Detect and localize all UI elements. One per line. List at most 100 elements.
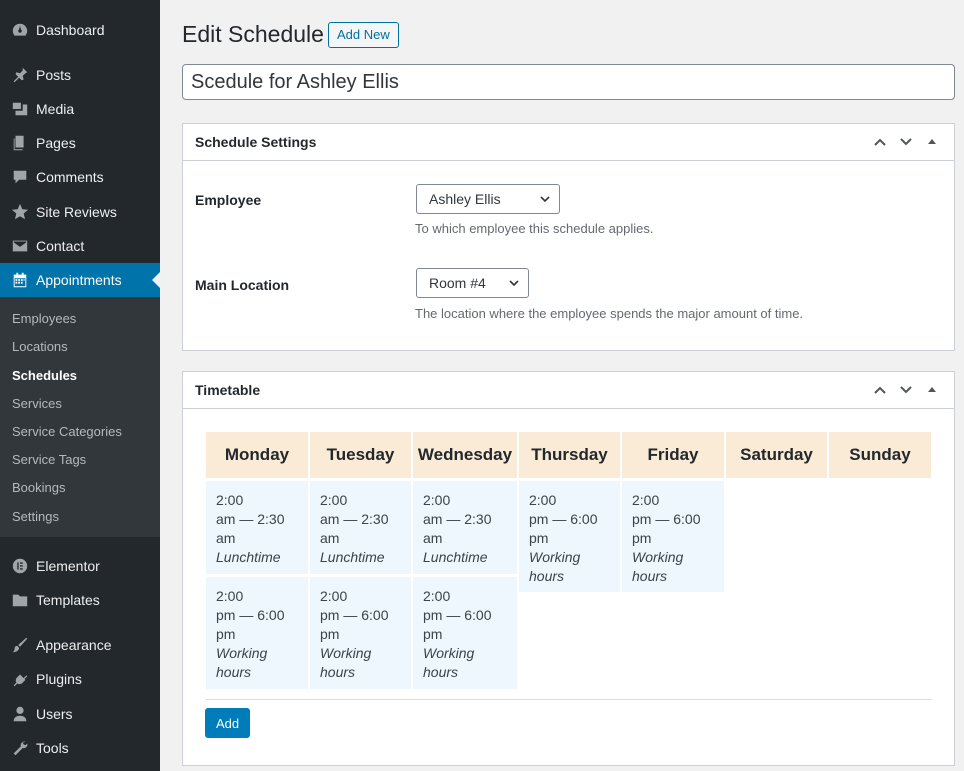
slot-note: hours: [423, 664, 459, 680]
time-slot[interactable]: 2:00 am — 2:30 am Lunchtime: [413, 481, 517, 574]
menu-label: Templates: [36, 592, 100, 608]
page-title: Edit Schedule: [182, 21, 324, 47]
day-header-saturday: Saturday: [726, 432, 827, 478]
slot-note: Working: [529, 549, 581, 565]
submenu-service-categories[interactable]: Service Categories: [12, 424, 122, 439]
time-slot[interactable]: 2:00 pm — 6:00 pm Working hours: [310, 577, 411, 689]
menu-comments[interactable]: Comments: [0, 160, 160, 194]
calendar-icon: [0, 271, 36, 289]
slot-time: pm — 6:00: [216, 607, 285, 623]
menu-label: Elementor: [36, 558, 100, 574]
menu-plugins[interactable]: Plugins: [0, 662, 160, 696]
slot-time: am — 2:30: [320, 511, 389, 527]
user-icon: [0, 705, 36, 723]
slot-time: 2:00: [632, 492, 660, 508]
employee-description: To which employee this schedule applies.: [415, 221, 654, 236]
main-location-select[interactable]: Room #4: [416, 268, 529, 298]
menu-label: Users: [36, 706, 73, 722]
collapse-toggle-icon[interactable]: [922, 380, 942, 400]
mail-icon: [0, 237, 36, 255]
menu-label: Media: [36, 101, 75, 117]
move-up-icon[interactable]: [870, 380, 890, 400]
postbox-header: Timetable: [183, 372, 954, 409]
postbox-header: Schedule Settings: [183, 124, 954, 161]
plug-icon: [0, 670, 36, 688]
box-title: Timetable: [195, 382, 261, 398]
time-slot[interactable]: 2:00 am — 2:30 am Lunchtime: [310, 481, 411, 574]
day-header-monday: Monday: [206, 432, 308, 478]
post-title-input[interactable]: [182, 64, 955, 100]
dashboard-icon: [0, 21, 36, 39]
slot-time: 2:00: [320, 492, 348, 508]
move-up-icon[interactable]: [870, 132, 890, 152]
time-slot[interactable]: 2:00 am — 2:30 am Lunchtime: [206, 481, 308, 574]
menu-templates[interactable]: Templates: [0, 583, 160, 617]
slot-time: 2:00: [320, 588, 348, 604]
collapse-toggle-icon[interactable]: [922, 132, 942, 152]
menu-pages[interactable]: Pages: [0, 126, 160, 160]
day-header-sunday: Sunday: [829, 432, 931, 478]
add-slot-button[interactable]: Add: [205, 708, 251, 738]
menu-tools[interactable]: Tools: [0, 731, 160, 765]
menu-elementor[interactable]: Elementor: [0, 549, 160, 583]
menu-label: Comments: [36, 169, 104, 185]
menu-posts[interactable]: Posts: [0, 58, 160, 92]
time-slot[interactable]: 2:00 pm — 6:00 pm Working hours: [519, 481, 620, 592]
submenu-settings[interactable]: Settings: [12, 509, 59, 524]
slot-time: 2:00: [529, 492, 557, 508]
pages-icon: [0, 134, 36, 152]
submenu-service-tags[interactable]: Service Tags: [12, 452, 86, 467]
box-handle-actions: [870, 132, 942, 152]
box-handle-actions: [870, 380, 942, 400]
slot-time: pm: [216, 626, 236, 642]
time-slot[interactable]: 2:00 pm — 6:00 pm Working hours: [413, 577, 517, 689]
brush-icon: [0, 636, 36, 654]
slot-note: Working: [320, 645, 372, 661]
submenu-services[interactable]: Services: [12, 396, 62, 411]
submenu-locations[interactable]: Locations: [12, 339, 68, 354]
slot-time: 2:00: [216, 492, 244, 508]
appointments-submenu: Employees Locations Schedules Services S…: [0, 297, 160, 537]
menu-users[interactable]: Users: [0, 697, 160, 731]
slot-time: pm — 6:00: [320, 607, 389, 623]
menu-contact[interactable]: Contact: [0, 229, 160, 263]
menu-site-reviews[interactable]: Site Reviews: [0, 195, 160, 229]
box-title: Schedule Settings: [195, 134, 317, 150]
submenu-schedules[interactable]: Schedules: [12, 368, 77, 383]
slot-time: pm: [632, 530, 652, 546]
menu-label: Pages: [36, 135, 76, 151]
comment-icon: [0, 168, 36, 186]
slot-note: hours: [216, 664, 252, 680]
menu-label: Posts: [36, 67, 72, 83]
slot-time: pm: [423, 626, 443, 642]
timetable-divider: [206, 699, 932, 700]
menu-media[interactable]: Media: [0, 92, 160, 126]
employee-select-value: Ashley Ellis: [429, 191, 501, 207]
menu-appointments[interactable]: Appointments: [0, 263, 160, 297]
time-slot[interactable]: 2:00 pm — 6:00 pm Working hours: [622, 481, 724, 592]
day-header-wednesday: Wednesday: [413, 432, 517, 478]
slot-note: Lunchtime: [216, 549, 281, 565]
add-new-button[interactable]: Add New: [328, 22, 399, 48]
menu-appearance[interactable]: Appearance: [0, 628, 160, 662]
slot-time: pm: [529, 530, 549, 546]
employee-label: Employee: [195, 192, 262, 208]
media-icon: [0, 100, 36, 118]
menu-dashboard[interactable]: Dashboard: [0, 13, 160, 47]
location-description: The location where the employee spends t…: [415, 306, 804, 321]
slot-time: am: [216, 530, 236, 546]
move-down-icon[interactable]: [896, 132, 916, 152]
menu-label: Tools: [36, 740, 69, 756]
star-icon: [0, 203, 36, 221]
slot-time: pm — 6:00: [423, 607, 492, 623]
submenu-bookings[interactable]: Bookings: [12, 480, 65, 495]
menu-label: Site Reviews: [36, 204, 117, 220]
slot-note: Working: [216, 645, 268, 661]
time-slot[interactable]: 2:00 pm — 6:00 pm Working hours: [206, 577, 308, 689]
submenu-employees[interactable]: Employees: [12, 311, 76, 326]
slot-note: hours: [632, 568, 668, 584]
slot-time: 2:00: [423, 588, 451, 604]
move-down-icon[interactable]: [896, 380, 916, 400]
elementor-icon: [0, 557, 36, 575]
employee-select[interactable]: Ashley Ellis: [416, 184, 560, 214]
